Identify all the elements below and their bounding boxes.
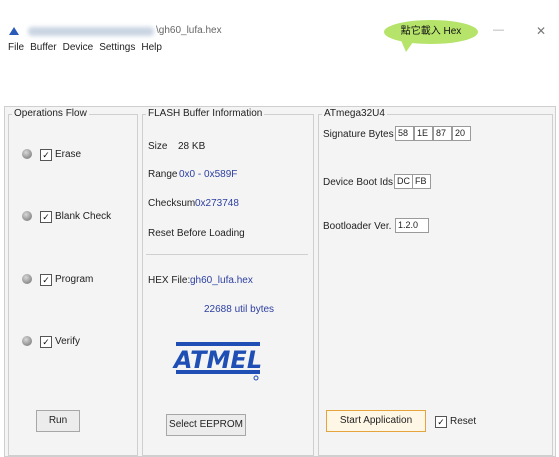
close-button[interactable]: ✕ (536, 24, 546, 38)
atmel-logo: ATMEL (172, 342, 262, 381)
operations-title: Operations Flow (12, 108, 89, 119)
callout-tail (400, 38, 416, 52)
program-checkbox[interactable]: ✓ (40, 274, 52, 286)
run-button[interactable]: Run (36, 410, 80, 432)
window-title: \gh60_lufa.hex (156, 25, 222, 36)
blank-check-label: Blank Check (55, 211, 112, 222)
verify-checkbox[interactable]: ✓ (40, 336, 52, 348)
erase-checkbox[interactable]: ✓ (40, 149, 52, 161)
menu-help[interactable]: Help (141, 42, 162, 58)
device-title: ATmega32U4 (322, 108, 387, 119)
size-value: 28 KB (178, 141, 206, 152)
hex-file-label: HEX File: (148, 275, 191, 286)
minimize-button[interactable]: — (493, 24, 504, 36)
reset-before-loading-label: Reset Before Loading (148, 228, 245, 239)
reset-label: Reset (450, 416, 477, 427)
bootloader-label: Bootloader Ver. (323, 221, 392, 232)
erase-label: Erase (55, 149, 82, 160)
signature-byte-4[interactable]: 20 (452, 126, 471, 141)
operations-group (8, 114, 138, 456)
menu-settings[interactable]: Settings (99, 42, 135, 58)
menu-file[interactable]: File (8, 42, 24, 58)
boot-ids-label: Device Boot Ids (323, 177, 394, 188)
start-application-button[interactable]: Start Application (326, 410, 426, 432)
hex-callout: 點它載入 Hex (384, 20, 478, 44)
signature-byte-2[interactable]: 1E (414, 126, 433, 141)
app-logo-icon (9, 27, 19, 35)
menu-bar: File Buffer Device Settings Help (8, 42, 168, 58)
size-label: Size (148, 141, 168, 152)
reset-checkbox[interactable]: ✓ (435, 416, 447, 428)
blank-check-checkbox[interactable]: ✓ (40, 211, 52, 223)
verify-label: Verify (55, 336, 81, 347)
atmel-logo-text: ATMEL (172, 346, 262, 374)
checksum-label: Checksum (148, 198, 196, 209)
bootloader-value[interactable]: 1.2.0 (395, 218, 429, 233)
flash-divider (146, 254, 308, 255)
select-eeprom-button[interactable]: Select EEPROM (166, 414, 246, 436)
menu-device[interactable]: Device (63, 42, 94, 58)
flash-title: FLASH Buffer Information (146, 108, 265, 119)
range-label: Range (148, 169, 178, 180)
checksum-value: 0x273748 (195, 198, 239, 209)
erase-status-icon (22, 149, 32, 159)
toolbar: ? ? (0, 62, 559, 155)
signature-byte-1[interactable]: 58 (395, 126, 414, 141)
bytes-value: 22688 util bytes (204, 304, 275, 315)
signature-label: Signature Bytes (323, 129, 394, 140)
device-group (318, 114, 553, 456)
program-label: Program (55, 274, 94, 285)
boot-id-1[interactable]: DC (394, 174, 413, 189)
range-value: 0x0 - 0x589F (179, 169, 238, 180)
program-status-icon (22, 274, 32, 284)
menu-buffer[interactable]: Buffer (30, 42, 57, 58)
signature-byte-3[interactable]: 87 (433, 126, 452, 141)
hex-file-value: gh60_lufa.hex (190, 275, 253, 286)
verify-status-icon (22, 336, 32, 346)
boot-id-2[interactable]: FB (412, 174, 431, 189)
blurred-path (28, 27, 154, 36)
blank-check-status-icon (22, 211, 32, 221)
